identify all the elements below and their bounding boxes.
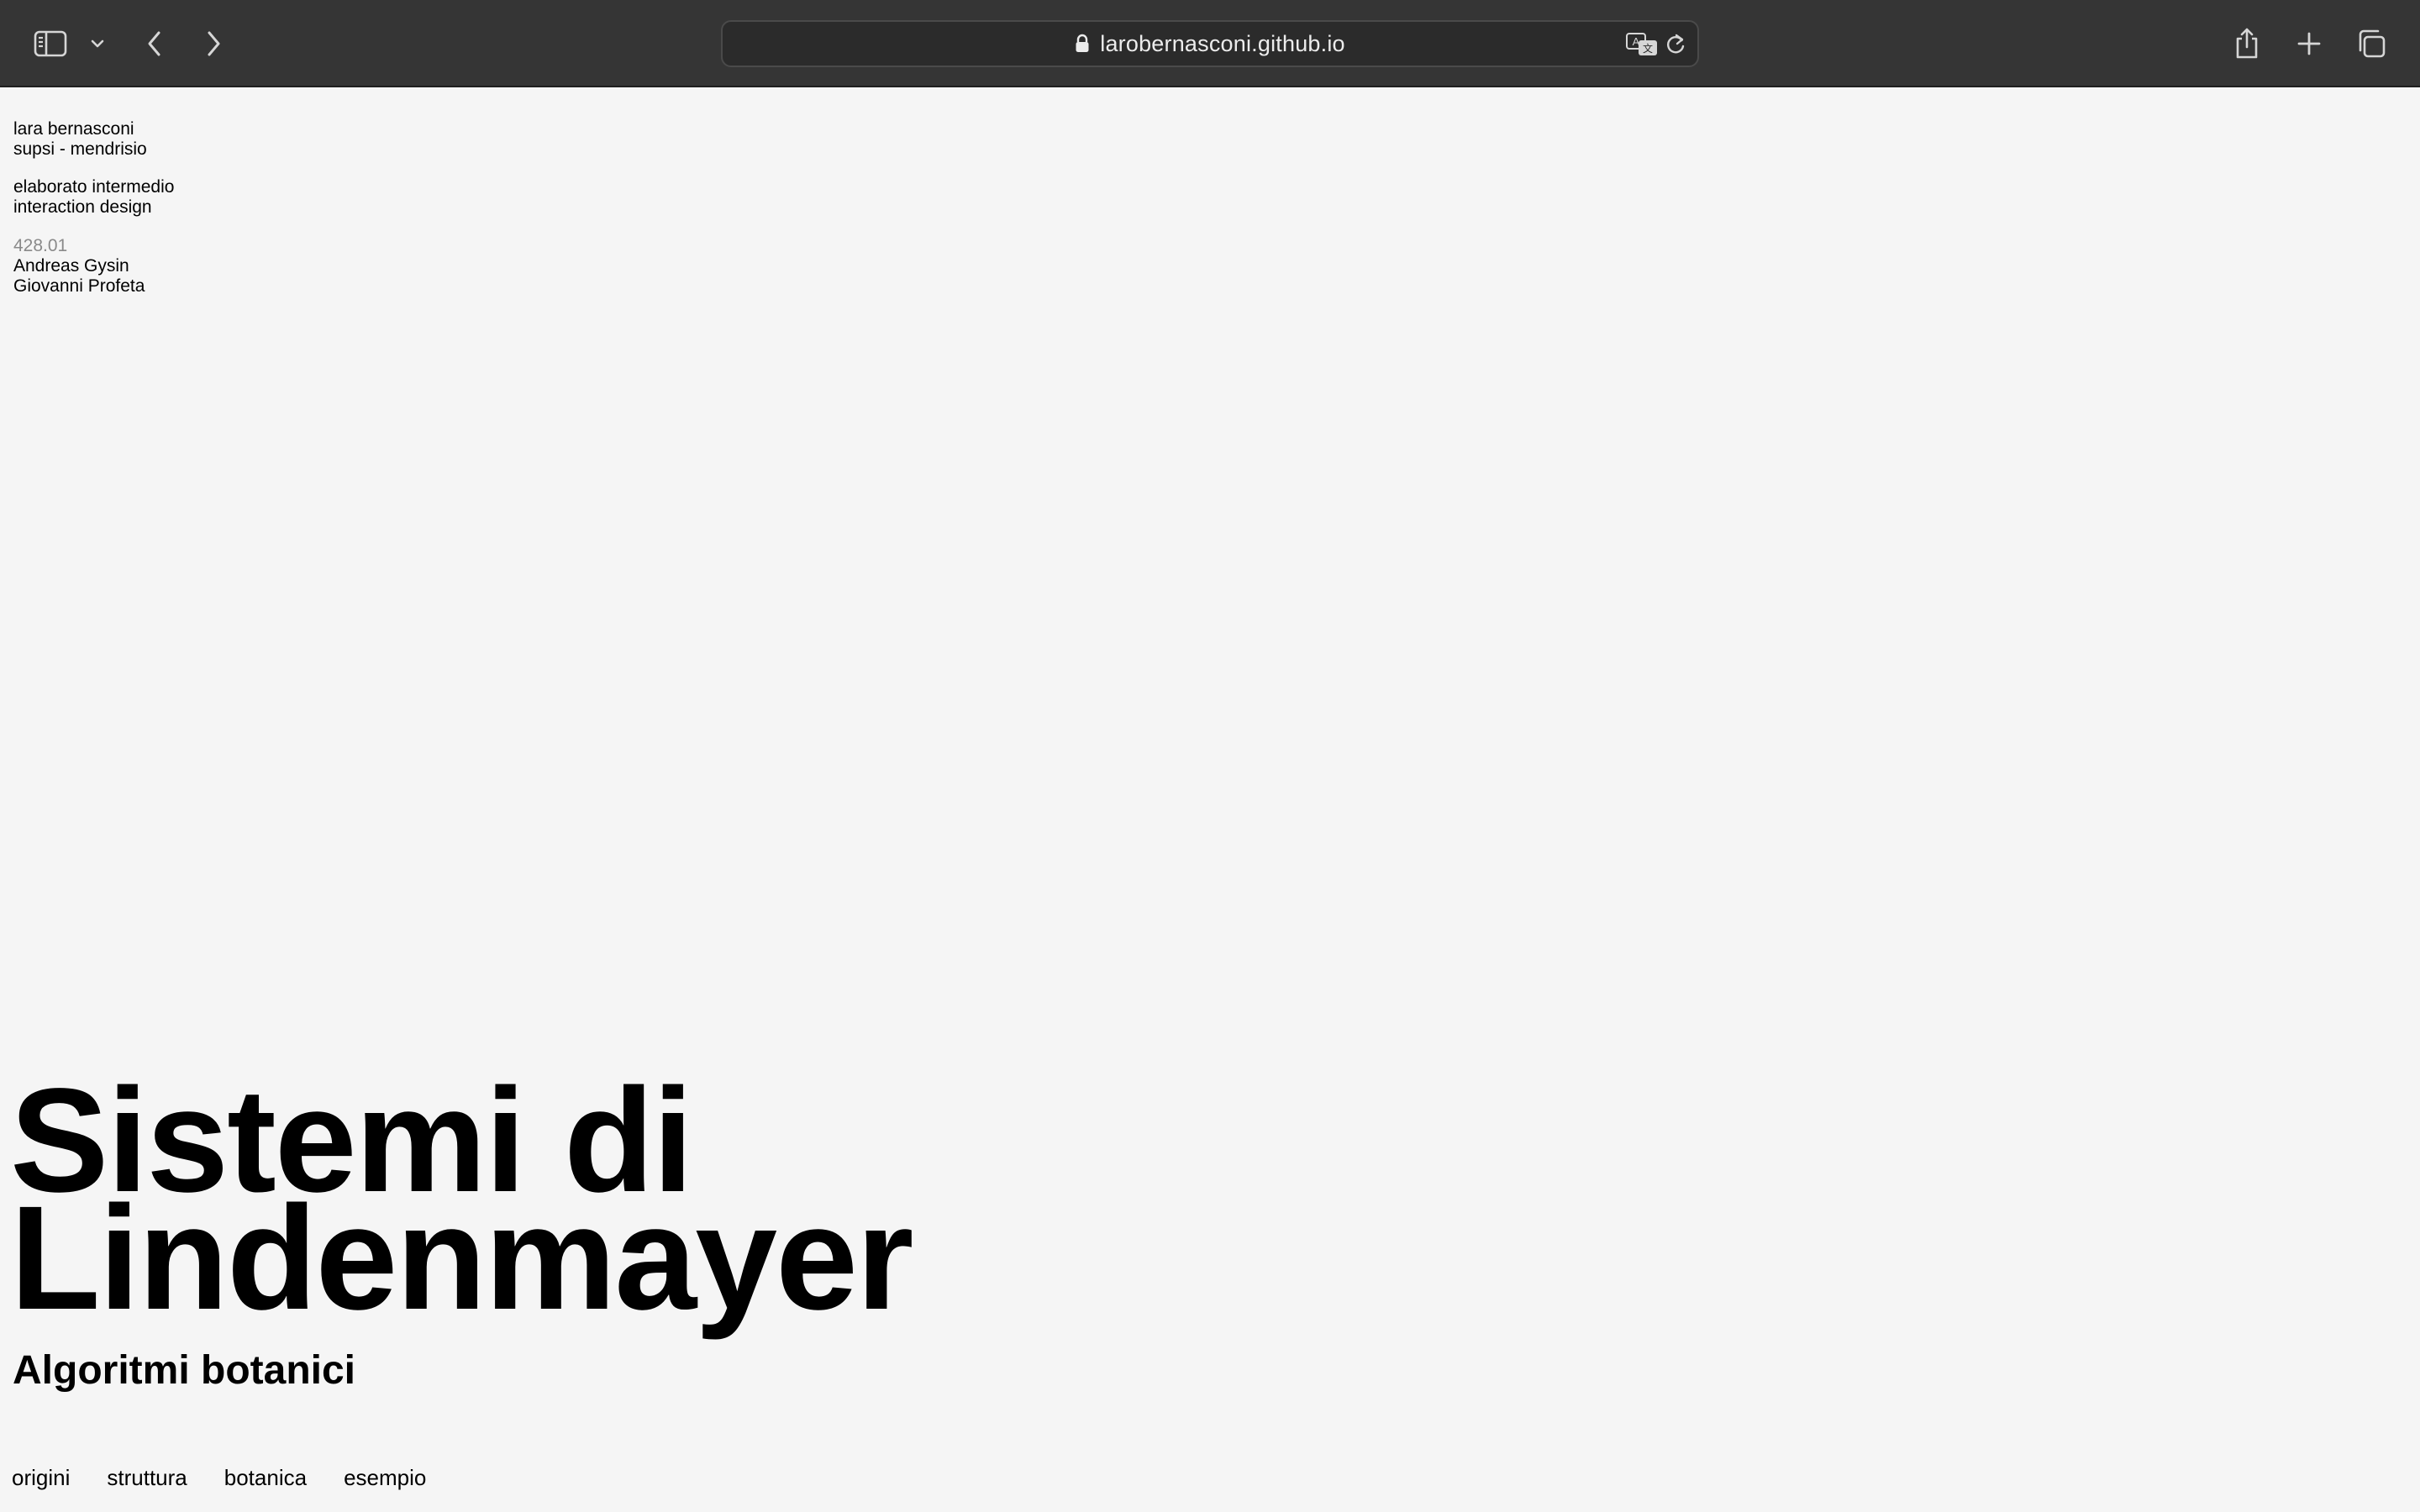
browser-toolbar: larobernasconi.github.io A 文 — [0, 0, 2420, 87]
chevron-right-icon[interactable] — [193, 24, 234, 64]
page-title-line-2: Lindenmayer — [10, 1176, 913, 1341]
class-code: 428.01 — [13, 236, 68, 255]
author-school: supsi - mendrisio — [13, 139, 147, 159]
tabs-overview-icon[interactable] — [2351, 24, 2391, 64]
url-text: larobernasconi.github.io — [1100, 30, 1345, 56]
author-name: lara bernasconi — [13, 119, 134, 139]
course-info: elaborato intermedio interaction design — [13, 177, 174, 218]
svg-text:文: 文 — [1643, 42, 1653, 55]
reload-icon[interactable] — [1662, 31, 1689, 58]
class-info: 428.01 Andreas Gysin Giovanni Profeta — [13, 236, 145, 297]
translate-icon[interactable]: A 文 — [1625, 31, 1659, 58]
address-center: larobernasconi.github.io — [723, 22, 1697, 66]
course-type: elaborato intermedio — [13, 177, 175, 197]
teacher-1: Andreas Gysin — [13, 256, 129, 276]
share-icon[interactable] — [2227, 24, 2267, 64]
sidebar-icon[interactable] — [30, 24, 71, 64]
chevron-left-icon[interactable] — [134, 24, 175, 64]
section-nav: origini struttura botanica esempio — [12, 1465, 426, 1490]
plus-icon[interactable] — [2289, 24, 2329, 64]
author-info: lara bernasconi supsi - mendrisio — [13, 119, 147, 160]
nav-link-esempio[interactable]: esempio — [344, 1465, 426, 1490]
chevron-down-icon[interactable] — [81, 24, 114, 64]
page-subtitle: Algoritmi botanici — [13, 1348, 355, 1393]
page-title: Sistemi di Lindenmayer — [10, 1067, 913, 1341]
address-bar[interactable]: larobernasconi.github.io A 文 — [721, 20, 1699, 67]
nav-link-botanica[interactable]: botanica — [224, 1465, 307, 1490]
lock-icon — [1075, 34, 1090, 54]
page-content: lara bernasconi supsi - mendrisio elabor… — [0, 87, 2420, 1512]
nav-link-origini[interactable]: origini — [12, 1465, 70, 1490]
nav-link-struttura[interactable]: struttura — [107, 1465, 187, 1490]
course-field: interaction design — [13, 197, 152, 217]
teacher-2: Giovanni Profeta — [13, 276, 145, 296]
